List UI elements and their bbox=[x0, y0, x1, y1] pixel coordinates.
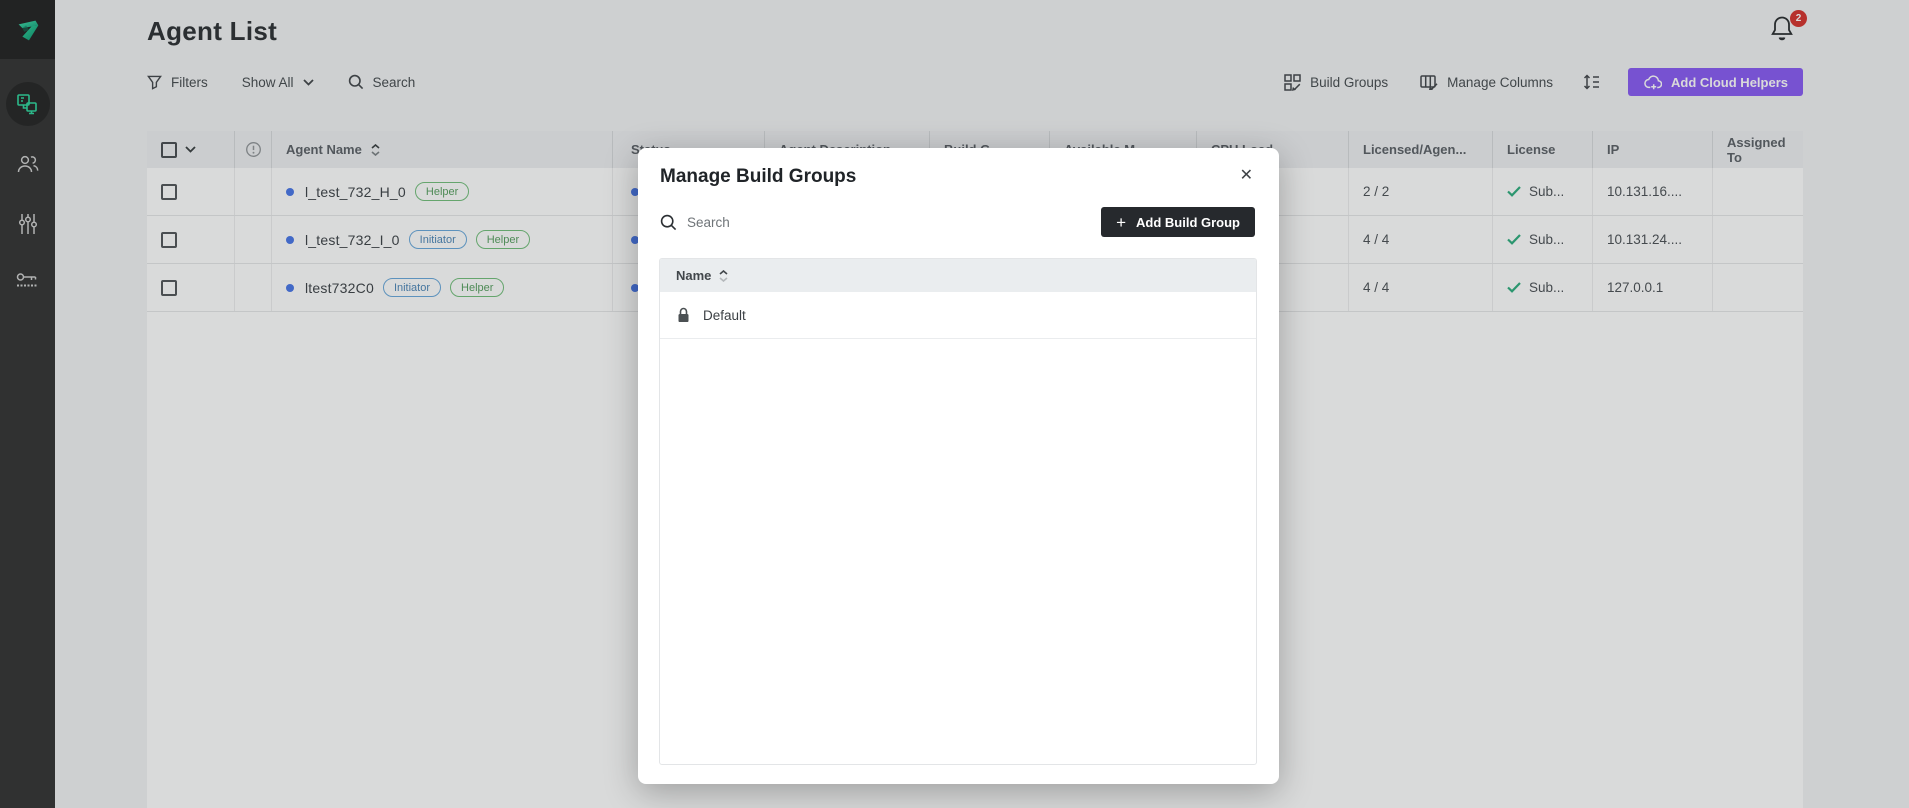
modal-title: Manage Build Groups bbox=[660, 166, 856, 188]
build-groups-list: Name Default bbox=[659, 258, 1257, 765]
build-groups-name-header[interactable]: Name bbox=[660, 259, 1256, 292]
lock-icon bbox=[677, 307, 690, 323]
manage-build-groups-modal: Manage Build Groups ✕ + Add Build Group … bbox=[638, 148, 1279, 784]
modal-search-field[interactable] bbox=[660, 214, 937, 231]
add-build-group-button[interactable]: + Add Build Group bbox=[1101, 207, 1255, 237]
sort-icon bbox=[719, 270, 728, 282]
modal-search-input[interactable] bbox=[687, 215, 937, 230]
build-group-row[interactable]: Default bbox=[660, 292, 1256, 339]
plus-icon: + bbox=[1116, 214, 1126, 231]
build-group-name: Default bbox=[703, 308, 746, 323]
search-icon bbox=[660, 214, 677, 231]
modal-close-icon[interactable]: ✕ bbox=[1236, 166, 1257, 186]
